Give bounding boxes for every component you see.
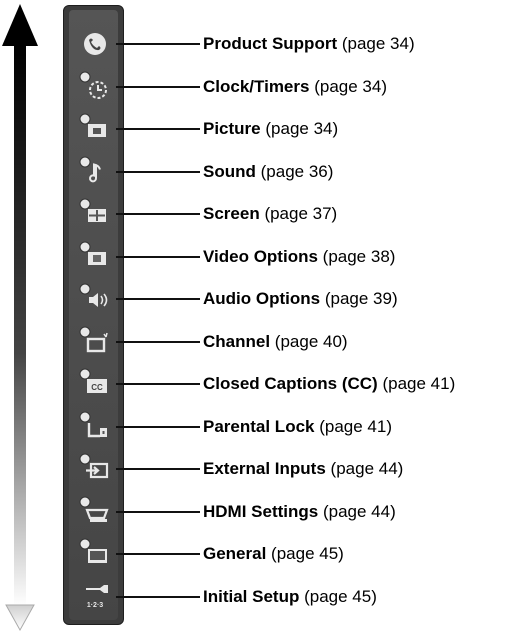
leader-line bbox=[116, 213, 200, 215]
menu-item-label: Audio Options (page 39) bbox=[203, 289, 398, 309]
menu-item-name: Closed Captions (CC) bbox=[203, 374, 378, 393]
menu-item-name: Screen bbox=[203, 204, 260, 223]
menu-item-name: Parental Lock bbox=[203, 416, 315, 436]
leader-line bbox=[116, 468, 200, 470]
parental-lock-icon[interactable] bbox=[78, 410, 112, 444]
menu-item-name: Audio Options bbox=[203, 289, 321, 308]
channel-icon[interactable] bbox=[78, 325, 112, 359]
menu-item-label: Product Support (page 34) bbox=[203, 34, 415, 54]
sound-icon[interactable] bbox=[78, 155, 112, 189]
menu-item-label: General (page 45) bbox=[203, 544, 344, 564]
leader-line bbox=[116, 383, 200, 385]
menu-item-label: Channel (page 40) bbox=[203, 332, 348, 352]
menu-item-name: HDMI Settings bbox=[203, 501, 319, 521]
menu-item-page-ref: (page 45) bbox=[304, 586, 377, 606]
menu-item-name: Channel bbox=[203, 331, 271, 351]
leader-line bbox=[116, 340, 200, 343]
leader-line bbox=[116, 170, 200, 173]
menu-item-page-ref: (page 38) bbox=[322, 246, 396, 266]
menu-item-label: HDMI Settings (page 44) bbox=[203, 502, 396, 522]
menu-item-page-ref: (page 34) bbox=[265, 119, 339, 138]
menu-item-name: General bbox=[203, 544, 267, 563]
menu-item-label: Closed Captions (CC) (page 41) bbox=[203, 374, 455, 394]
product-support-icon[interactable] bbox=[78, 27, 112, 61]
leader-line bbox=[116, 128, 200, 130]
screen-icon[interactable] bbox=[78, 197, 112, 231]
setup-icon-text: 1·2·3 bbox=[87, 602, 103, 609]
menu-item-label: Parental Lock (page 41) bbox=[203, 417, 392, 437]
menu-item-name: Sound bbox=[203, 161, 256, 181]
cc-icon-text: CC bbox=[91, 383, 103, 392]
picture-icon[interactable] bbox=[78, 112, 112, 146]
menu-item-label: External Inputs (page 44) bbox=[203, 459, 403, 479]
menu-item-name: External Inputs bbox=[203, 459, 326, 478]
menu-item-page-ref: (page 40) bbox=[274, 331, 348, 351]
initial-setup-icon[interactable]: 1·2·3 bbox=[78, 580, 112, 614]
menu-item-page-ref: (page 44) bbox=[330, 459, 404, 478]
menu-item-label: Sound (page 36) bbox=[203, 162, 333, 182]
menu-item-page-ref: (page 41) bbox=[382, 374, 456, 393]
audio-options-icon[interactable] bbox=[78, 282, 112, 316]
menu-item-page-ref: (page 39) bbox=[324, 289, 398, 308]
menu-item-page-ref: (page 36) bbox=[260, 161, 334, 181]
video-options-icon[interactable] bbox=[78, 240, 112, 274]
leader-line bbox=[116, 255, 200, 258]
menu-item-label: Screen (page 37) bbox=[203, 204, 337, 224]
clock-timers-icon[interactable] bbox=[78, 70, 112, 104]
leader-line bbox=[116, 510, 200, 513]
menu-item-page-ref: (page 37) bbox=[264, 204, 338, 223]
menu-item-page-ref: (page 41) bbox=[319, 416, 393, 436]
menu-item-name: Video Options bbox=[203, 246, 318, 266]
hdmi-settings-icon[interactable] bbox=[78, 495, 112, 529]
menu-item-label: Picture (page 34) bbox=[203, 119, 338, 139]
menu-item-page-ref: (page 45) bbox=[271, 544, 344, 563]
menu-item-page-ref: (page 44) bbox=[322, 501, 396, 521]
menu-item-page-ref: (page 34) bbox=[314, 76, 387, 96]
menu-item-label: Initial Setup (page 45) bbox=[203, 587, 377, 607]
leader-line bbox=[116, 595, 200, 598]
leader-line bbox=[116, 85, 200, 88]
closed-captions-icon[interactable]: CC bbox=[78, 367, 112, 401]
menu-item-label: Clock/Timers (page 34) bbox=[203, 77, 387, 97]
leader-line bbox=[116, 43, 200, 45]
leader-line bbox=[116, 553, 200, 555]
leader-line bbox=[116, 298, 200, 300]
menu-item-name: Initial Setup bbox=[203, 586, 300, 606]
menu-item-name: Clock/Timers bbox=[203, 76, 310, 96]
menu-item-page-ref: (page 34) bbox=[341, 34, 415, 53]
leader-line bbox=[116, 425, 200, 428]
menu-item-name: Product Support bbox=[203, 34, 338, 53]
scroll-direction-arrow bbox=[2, 4, 38, 632]
general-icon[interactable] bbox=[78, 537, 112, 571]
menu-item-name: Picture bbox=[203, 119, 261, 138]
menu-item-label: Video Options (page 38) bbox=[203, 247, 395, 267]
external-inputs-icon[interactable] bbox=[78, 452, 112, 486]
